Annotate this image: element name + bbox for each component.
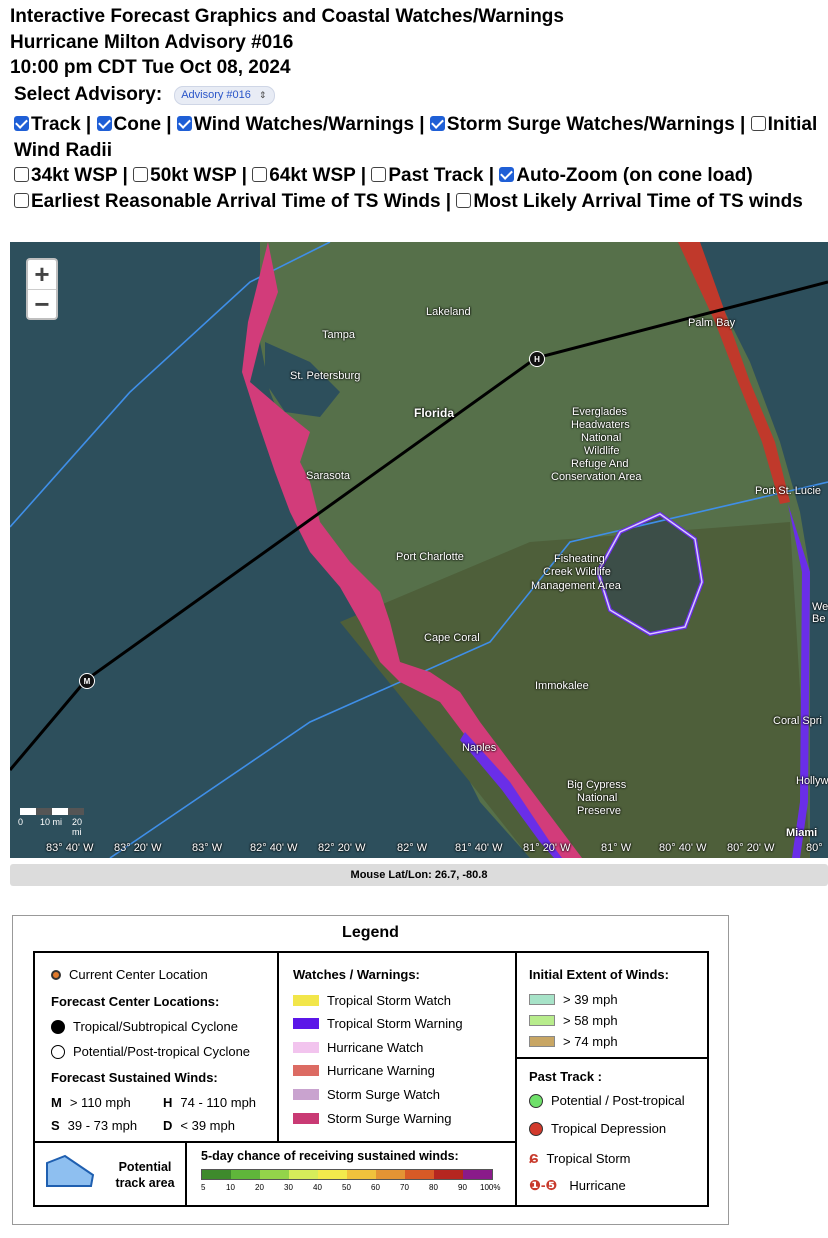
scale-bar: 0 10 mi 20 mi: [18, 808, 84, 837]
advisory-select-label: Select Advisory:: [14, 84, 163, 105]
zoom-out-button[interactable]: −: [28, 289, 56, 319]
lon-label: 82° W: [397, 842, 428, 854]
option-64kt-wsp[interactable]: 64kt WSP |: [252, 165, 366, 186]
swatch-ts-watch: [293, 995, 319, 1006]
option-50kt-wsp[interactable]: 50kt WSP |: [133, 165, 247, 186]
scale-label: 20 mi: [72, 817, 83, 837]
swatch-surge-warning: [293, 1113, 319, 1124]
map-canvas: [10, 242, 828, 858]
lon-label: 80°: [806, 842, 823, 854]
lon-label: 80° 20' W: [727, 842, 775, 854]
advisory-dropdown[interactable]: Advisory #016 ⇕: [174, 85, 276, 105]
longitude-axis: 83° 40' W 83° 20' W 83° W 82° 40' W 82° …: [10, 842, 828, 858]
legend-title: Legend: [342, 924, 399, 941]
advisory-dropdown-value: Advisory #016: [181, 89, 251, 101]
lon-label: 81° 40' W: [455, 842, 503, 854]
forecast-map[interactable]: H M Lakeland Palm Bay Tampa St. Petersbu…: [10, 242, 828, 858]
checkbox-icon[interactable]: [499, 167, 515, 182]
checkbox-icon[interactable]: [14, 116, 29, 131]
mouse-latlon-readout: Mouse Lat/Lon: 26.7, -80.8: [10, 864, 828, 886]
wsp-swatch: [347, 1170, 376, 1179]
wsp-swatch: [318, 1170, 347, 1179]
page-title: Interactive Forecast Graphics and Coasta…: [10, 6, 564, 27]
advisory-selector: Select Advisory: Advisory #016 ⇕: [14, 84, 276, 106]
legend-grid: Current Center Location Forecast Center …: [33, 951, 709, 1207]
option-cone[interactable]: Cone |: [96, 114, 172, 135]
potential-track-area-icon: [43, 1153, 101, 1192]
checkbox-icon[interactable]: [750, 116, 766, 131]
swatch-58mph: [529, 1015, 555, 1026]
current-center-icon: [51, 969, 61, 980]
wsp-title: 5-day chance of receiving sustained wind…: [201, 1149, 459, 1163]
option-34kt-wsp[interactable]: 34kt WSP |: [14, 165, 128, 186]
past-hurricane-icon: ❶-❺: [529, 1177, 558, 1193]
lon-label: 81° 20' W: [523, 842, 571, 854]
checkbox-icon[interactable]: [14, 192, 29, 208]
wsp-swatch: [260, 1170, 289, 1179]
option-wind-warnings[interactable]: Wind Watches/Warnings |: [176, 114, 425, 135]
option-earliest-arrival[interactable]: Earliest Reasonable Arrival Time of TS W…: [14, 191, 451, 212]
wsp-color-scale: [201, 1169, 493, 1180]
option-likely-arrival[interactable]: Most Likely Arrival Time of TS winds: [456, 191, 803, 212]
layer-options: Track | Cone | Wind Watches/Warnings | S…: [14, 112, 820, 214]
past-depression-icon: [529, 1121, 543, 1136]
lon-label: 80° 40' W: [659, 842, 707, 854]
checkbox-icon[interactable]: [176, 116, 192, 131]
lon-label: 83° 40' W: [46, 842, 94, 854]
zoom-control: + −: [26, 258, 58, 320]
advisory-time: 10:00 pm CDT Tue Oct 08, 2024: [10, 57, 291, 78]
scale-label: 0: [18, 817, 24, 827]
wsp-swatch: [376, 1170, 405, 1179]
chevron-updown-icon: ⇕: [258, 89, 267, 100]
checkbox-icon[interactable]: [456, 192, 472, 208]
option-track[interactable]: Track |: [14, 114, 91, 135]
zoom-in-button[interactable]: +: [28, 259, 56, 290]
wsp-swatch: [231, 1170, 260, 1179]
page-header: Interactive Forecast Graphics and Coasta…: [10, 4, 820, 81]
legend: Legend Current Center Location Forecast …: [12, 915, 729, 1225]
checkbox-icon[interactable]: [252, 167, 268, 182]
lon-label: 83° W: [192, 842, 223, 854]
checkbox-icon[interactable]: [14, 167, 29, 182]
swatch-hurricane-warning: [293, 1065, 319, 1076]
checkbox-icon[interactable]: [96, 116, 112, 131]
track-marker-m[interactable]: M: [79, 673, 95, 689]
swatch-74mph: [529, 1036, 555, 1047]
wsp-scale-labels: 5 10 20 30 40 50 60 70 80 90 100%: [201, 1183, 501, 1192]
checkbox-icon[interactable]: [133, 167, 149, 182]
checkbox-icon[interactable]: [371, 167, 387, 182]
swatch-ts-warning: [293, 1018, 319, 1029]
lon-label: 83° 20' W: [114, 842, 162, 854]
track-marker-h[interactable]: H: [529, 351, 545, 367]
lon-label: 82° 40' W: [250, 842, 298, 854]
wsp-swatch: [202, 1170, 231, 1179]
potential-track-area-label: Potential track area: [115, 1160, 175, 1190]
option-surge-warnings[interactable]: Storm Surge Watches/Warnings |: [429, 114, 745, 135]
swatch-surge-watch: [293, 1089, 319, 1100]
wsp-swatch: [289, 1170, 318, 1179]
wsp-swatch: [463, 1170, 492, 1179]
past-post-tropical-icon: [529, 1093, 543, 1108]
scale-label: 10 mi: [40, 817, 63, 827]
option-auto-zoom[interactable]: Auto-Zoom (on cone load): [499, 165, 753, 186]
advisory-title: Hurricane Milton Advisory #016: [10, 31, 294, 53]
lon-label: 82° 20' W: [318, 842, 366, 854]
tropical-cyclone-icon: [51, 1019, 65, 1034]
wsp-swatch: [405, 1170, 434, 1179]
wsp-swatch: [434, 1170, 463, 1179]
option-past-track[interactable]: Past Track |: [371, 165, 494, 186]
lon-label: 81° W: [601, 842, 632, 854]
checkbox-icon[interactable]: [429, 116, 445, 131]
swatch-hurricane-watch: [293, 1042, 319, 1053]
past-tropical-storm-icon: ɕ: [529, 1148, 539, 1167]
swatch-39mph: [529, 994, 555, 1005]
post-tropical-icon: [51, 1044, 65, 1059]
